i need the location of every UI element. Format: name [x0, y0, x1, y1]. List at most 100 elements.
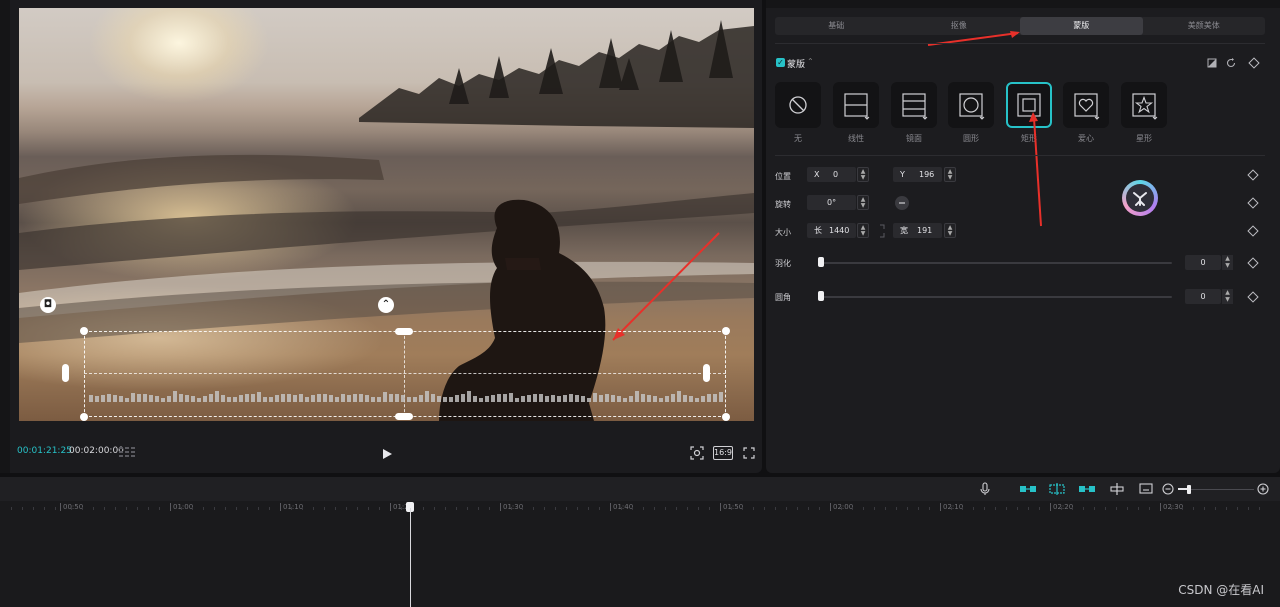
ai-assistant-icon[interactable] [1122, 180, 1158, 216]
grid-list-icon[interactable] [119, 447, 135, 460]
ruler-minor-tick [643, 507, 644, 510]
feather-value-box[interactable]: 0 [1185, 255, 1221, 270]
waveform-bar [311, 395, 315, 402]
shape-circle-button[interactable] [948, 82, 994, 128]
corner-stepper[interactable]: ▲ ▼ [1221, 289, 1233, 304]
mask-corner-radius-handle[interactable]: ◘ [40, 297, 56, 313]
ruler-tick-label: 02:20 [1053, 503, 1074, 511]
shape-heart-label: 爱心 [1078, 134, 1094, 143]
aspect-ratio-button[interactable]: 16:9 [713, 446, 733, 460]
tab-mask[interactable]: 蒙版 [1020, 17, 1143, 35]
shape-star-button[interactable] [1121, 82, 1167, 128]
ruler-minor-tick [225, 507, 226, 510]
position-x-stepper[interactable]: ▲ ▼ [857, 167, 869, 182]
mask-section-caret-icon[interactable]: ⌃ [807, 57, 814, 66]
waveform-bar [239, 395, 243, 402]
ruler-minor-tick [874, 507, 875, 510]
waveform-bar [359, 394, 363, 402]
shape-linear-button[interactable] [833, 82, 879, 128]
mask-top-edge-handle[interactable] [395, 328, 413, 335]
shape-none-button[interactable] [775, 82, 821, 128]
rotation-stepper[interactable]: ▲ ▼ [857, 195, 869, 210]
play-icon[interactable] [380, 447, 394, 461]
fit-view-icon[interactable] [690, 446, 704, 460]
timeline-ruler[interactable]: 00:50 01:00 01:10 01:20 01:30 01:40 01:50 02:00… [0, 501, 1280, 515]
properties-top-strip [766, 0, 1280, 8]
corner-slider-track[interactable] [818, 296, 1172, 298]
mask-right-edge-handle[interactable] [703, 364, 710, 382]
mask-corner-handle-tl[interactable] [80, 327, 88, 335]
size-width-stepper[interactable]: ▲ ▼ [857, 223, 869, 238]
mask-corner-handle-tr[interactable] [722, 327, 730, 335]
mask-bottom-edge-handle[interactable] [395, 413, 413, 420]
waveform-bar [119, 396, 123, 402]
player-panel: ◘ ⌃ 00:01:21:25 00:02:00:00 16:9 [0, 0, 762, 473]
subtitle-track-icon[interactable] [1139, 482, 1155, 496]
ruler-major-tick [830, 503, 831, 511]
ruler-minor-tick [1215, 507, 1216, 510]
waveform-bar [287, 394, 291, 402]
shape-linear-label: 线性 [848, 134, 864, 143]
shape-heart-button[interactable] [1063, 82, 1109, 128]
ruler-minor-tick [786, 507, 787, 510]
corner-keyframe-icon[interactable] [1247, 291, 1259, 303]
ruler-minor-tick [401, 507, 402, 510]
rotation-keyframe-icon[interactable] [1247, 197, 1259, 209]
playhead-line[interactable] [410, 508, 411, 607]
waveform-bar [539, 394, 543, 402]
zoom-out-icon[interactable] [1161, 482, 1175, 496]
waveform-bar [575, 394, 579, 402]
microphone-icon[interactable] [978, 482, 992, 496]
ruler-minor-tick [55, 507, 56, 510]
mask-enable-checkbox[interactable]: ✓ [776, 58, 785, 67]
invert-mask-icon[interactable] [1206, 57, 1218, 69]
feather-stepper[interactable]: ▲ ▼ [1221, 255, 1233, 270]
position-x-field[interactable]: X 0 [807, 167, 856, 182]
mask-rectangle-frame[interactable] [84, 331, 726, 417]
waveform-bar [257, 391, 261, 402]
mask-feather-handle[interactable]: ⌃ [378, 297, 394, 313]
waveform-bar [491, 394, 495, 402]
main-track-magnet-icon[interactable] [1019, 482, 1037, 496]
feather-keyframe-icon[interactable] [1247, 257, 1259, 269]
mask-keyframe-icon[interactable] [1248, 57, 1260, 69]
waveform-bar [173, 391, 177, 402]
zoom-in-icon[interactable] [1256, 482, 1270, 496]
waveform-bar [485, 396, 489, 402]
preview-axis-icon[interactable] [1109, 482, 1125, 496]
linkage-icon[interactable] [1078, 482, 1096, 496]
ruler-minor-tick [1149, 507, 1150, 510]
position-keyframe-icon[interactable] [1247, 169, 1259, 181]
mask-corner-handle-br[interactable] [722, 413, 730, 421]
fullscreen-icon[interactable] [743, 447, 755, 459]
auto-snap-icon[interactable] [1048, 482, 1066, 496]
size-keyframe-icon[interactable] [1247, 225, 1259, 237]
waveform-bar [437, 395, 441, 402]
feather-slider-track[interactable] [818, 262, 1172, 264]
zoom-slider-knob[interactable] [1187, 485, 1191, 494]
tab-beauty[interactable]: 美颜美体 [1143, 17, 1266, 35]
rotation-field[interactable]: 0° [807, 195, 856, 210]
ruler-minor-tick [753, 507, 754, 510]
video-preview[interactable]: ◘ ⌃ [19, 8, 754, 421]
size-height-stepper[interactable]: ▲ ▼ [944, 223, 956, 238]
corner-slider-knob[interactable] [818, 291, 824, 301]
corner-value-box[interactable]: 0 [1185, 289, 1221, 304]
size-width-field[interactable]: 长 1440 [807, 223, 856, 238]
position-y-field[interactable]: Y 196 [893, 167, 942, 182]
link-ratio-icon[interactable] [877, 224, 887, 238]
reset-icon[interactable] [1225, 57, 1237, 69]
ruler-minor-tick [302, 507, 303, 510]
waveform-bar [215, 391, 219, 402]
rotation-dial-icon[interactable] [894, 195, 910, 211]
position-y-stepper[interactable]: ▲ ▼ [944, 167, 956, 182]
size-height-field[interactable]: 宽 191 [893, 223, 942, 238]
shape-mirror-button[interactable] [891, 82, 937, 128]
mask-left-edge-handle[interactable] [62, 364, 69, 382]
waveform-bar [605, 394, 609, 402]
feather-slider-knob[interactable] [818, 257, 824, 267]
tab-basic[interactable]: 基础 [775, 17, 898, 35]
ruler-minor-tick [742, 507, 743, 510]
mask-corner-handle-bl[interactable] [80, 413, 88, 421]
ruler-minor-tick [1006, 507, 1007, 510]
